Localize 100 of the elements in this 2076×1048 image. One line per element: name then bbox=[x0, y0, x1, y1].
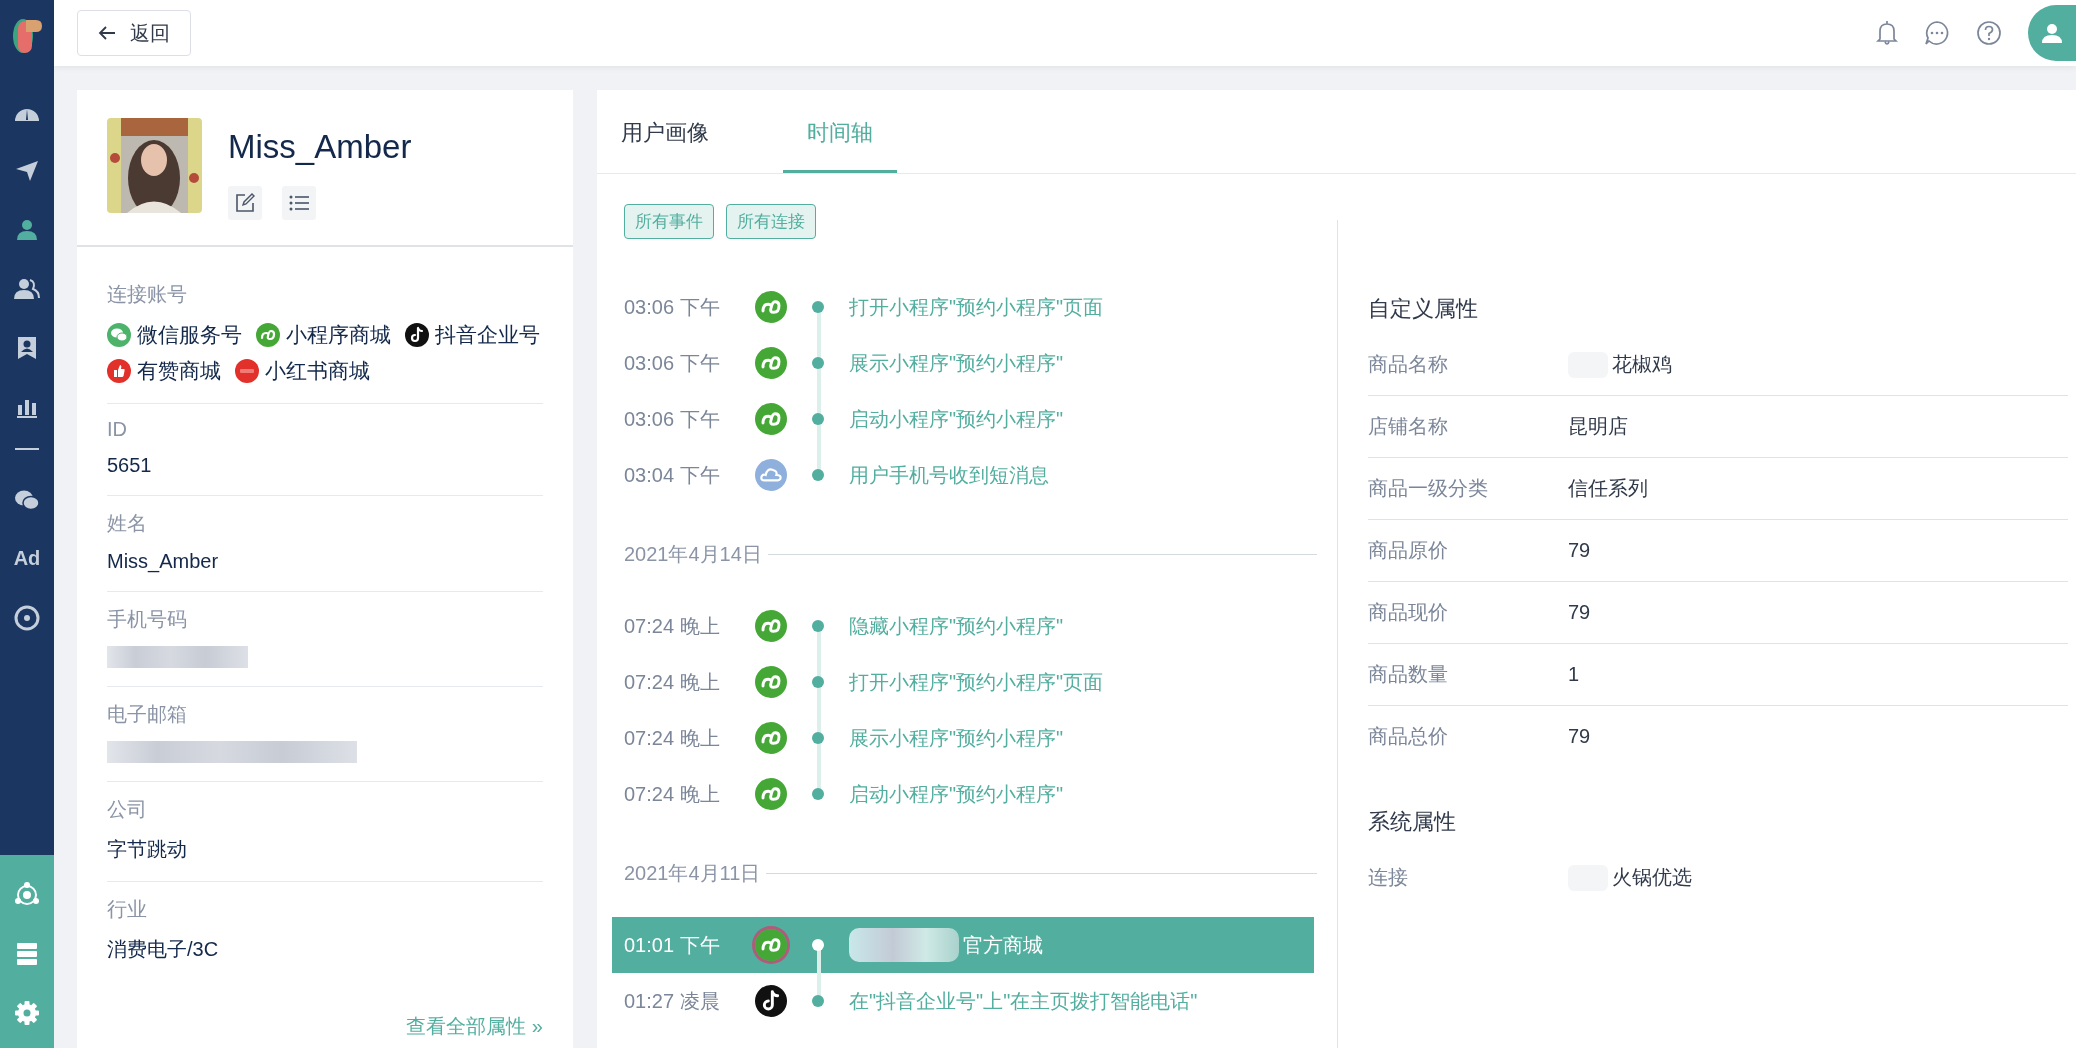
property-label: 连接 bbox=[1368, 865, 1409, 890]
field-value: Miss_Amber bbox=[107, 550, 220, 573]
contact-card-icon[interactable] bbox=[17, 335, 37, 360]
timeline-dot bbox=[812, 995, 824, 1007]
chat-icon[interactable] bbox=[1924, 20, 1950, 46]
event-time: 03:04 下午 bbox=[624, 462, 721, 488]
field-value: 消费电子/3C bbox=[107, 937, 220, 962]
account-name: 有赞商城 bbox=[137, 358, 221, 384]
wechat-icon[interactable] bbox=[14, 488, 40, 511]
thumbs-up-icon bbox=[107, 359, 131, 383]
bell-icon[interactable] bbox=[1876, 20, 1898, 46]
event-time: 01:01 下午 bbox=[624, 932, 721, 958]
list-icon bbox=[289, 195, 309, 211]
timeline-event[interactable]: 01:27 凌晨 在"抖音企业号"上"在主页拨打智能电话" bbox=[612, 973, 1314, 1029]
property-label: 商品一级分类 bbox=[1368, 476, 1489, 501]
timeline-event[interactable]: 07:24 晚上 启动小程序"预约小程序" bbox=[612, 766, 1314, 822]
nav-item[interactable]: Ad bbox=[13, 547, 41, 570]
filter-tag[interactable]: 所有连接 bbox=[726, 204, 816, 239]
event-text[interactable]: 打开小程序"预约小程序"页面 bbox=[849, 293, 1104, 321]
profile-name: Miss_Amber bbox=[228, 128, 412, 166]
event-text[interactable]: 在"抖音企业号"上"在主页拨打智能电话" bbox=[849, 987, 1198, 1015]
field-label: 姓名 bbox=[107, 511, 148, 536]
cloud-icon bbox=[755, 459, 787, 491]
field-label: 手机号码 bbox=[107, 607, 188, 632]
property-value: 火锅优选 bbox=[1612, 865, 1692, 890]
timeline-event[interactable]: 01:01 下午 官方商城 bbox=[612, 917, 1314, 973]
edit-button[interactable] bbox=[228, 186, 262, 220]
server-icon[interactable] bbox=[16, 941, 38, 966]
property-value: 1 bbox=[1568, 663, 1580, 686]
timeline-dot bbox=[812, 732, 824, 744]
timeline-event[interactable]: 07:24 晚上 打开小程序"预约小程序"页面 bbox=[612, 654, 1314, 710]
timeline-event[interactable]: 03:04 下午 用户手机号收到短消息 bbox=[612, 447, 1314, 503]
user-avatar[interactable] bbox=[2028, 5, 2076, 61]
event-time: 01:27 凌晨 bbox=[624, 988, 721, 1014]
music-note-icon bbox=[755, 985, 787, 1017]
send-icon[interactable] bbox=[15, 159, 39, 182]
property-label: 商品数量 bbox=[1368, 662, 1449, 687]
list-button[interactable] bbox=[282, 186, 316, 220]
tab[interactable]: 时间轴 bbox=[783, 90, 897, 173]
timeline-event[interactable]: 07:24 晚上 隐藏小程序"预约小程序" bbox=[612, 598, 1314, 654]
property-label: 商品总价 bbox=[1368, 724, 1449, 749]
edit-icon bbox=[235, 193, 255, 213]
timeline-dot bbox=[812, 939, 824, 951]
event-text[interactable]: 隐藏小程序"预约小程序" bbox=[849, 612, 1064, 640]
timeline-dot bbox=[812, 788, 824, 800]
mini-program-icon bbox=[755, 666, 787, 698]
event-text[interactable]: 启动小程序"预约小程序" bbox=[849, 405, 1064, 433]
mini-program-icon bbox=[256, 323, 280, 347]
event-time: 07:24 晚上 bbox=[624, 613, 721, 639]
filter-tag[interactable]: 所有事件 bbox=[624, 204, 714, 239]
mini-program-icon bbox=[755, 610, 787, 642]
hub-icon[interactable] bbox=[14, 881, 40, 908]
settings-icon[interactable] bbox=[14, 999, 40, 1026]
back-button[interactable]: 返回 bbox=[77, 10, 191, 56]
target-icon[interactable] bbox=[14, 604, 40, 631]
event-text[interactable]: 用户手机号收到短消息 bbox=[849, 461, 1049, 489]
event-text[interactable]: 启动小程序"预约小程序" bbox=[849, 780, 1064, 808]
help-icon[interactable] bbox=[1976, 20, 2002, 46]
field-label: 行业 bbox=[107, 897, 148, 922]
event-time: 03:06 下午 bbox=[624, 350, 721, 376]
property-label: 店铺名称 bbox=[1368, 414, 1449, 439]
view-all-link[interactable]: 查看全部属性 » bbox=[406, 1013, 543, 1040]
account-name: 微信服务号 bbox=[137, 322, 242, 348]
timeline-dot bbox=[812, 620, 824, 632]
wechat-icon bbox=[107, 323, 131, 347]
event-time: 07:24 晚上 bbox=[624, 725, 721, 751]
mini-program-icon bbox=[755, 722, 787, 754]
date-heading: 2021年4月14日 bbox=[624, 542, 762, 567]
mini-program-icon bbox=[755, 929, 787, 961]
property-value: 79 bbox=[1568, 601, 1591, 624]
event-text[interactable]: 展示小程序"预约小程序" bbox=[849, 349, 1064, 377]
date-heading: 2021年4月11日 bbox=[624, 861, 761, 886]
tab[interactable]: 用户画像 bbox=[597, 90, 733, 173]
account-name: 抖音企业号 bbox=[435, 322, 540, 348]
user-icon[interactable] bbox=[16, 218, 38, 241]
property-label: 商品现价 bbox=[1368, 600, 1449, 625]
property-value: 79 bbox=[1568, 725, 1591, 748]
timeline-dot bbox=[812, 357, 824, 369]
field-label: 连接账号 bbox=[107, 282, 188, 307]
property-value: 昆明店 bbox=[1568, 414, 1628, 439]
event-text[interactable]: 展示小程序"预约小程序" bbox=[849, 724, 1064, 752]
event-time: 03:06 下午 bbox=[624, 294, 721, 320]
timeline-event[interactable]: 07:24 晚上 展示小程序"预约小程序" bbox=[612, 710, 1314, 766]
brand-logo-icon bbox=[235, 359, 259, 383]
timeline-event[interactable]: 03:06 下午 展示小程序"预约小程序" bbox=[612, 335, 1314, 391]
property-value: 79 bbox=[1568, 539, 1591, 562]
logo-icon[interactable] bbox=[12, 16, 42, 56]
event-time: 03:06 下午 bbox=[624, 406, 721, 432]
users-icon[interactable] bbox=[14, 277, 40, 300]
section-title: 自定义属性 bbox=[1368, 295, 1479, 323]
property-value: 信任系列 bbox=[1568, 476, 1648, 501]
timeline-event[interactable]: 03:06 下午 打开小程序"预约小程序"页面 bbox=[612, 279, 1314, 335]
field-label: 公司 bbox=[107, 797, 148, 822]
timeline-event[interactable]: 03:06 下午 启动小程序"预约小程序" bbox=[612, 391, 1314, 447]
event-text[interactable]: 官方商城 bbox=[963, 931, 1043, 959]
field-label: ID bbox=[107, 418, 128, 441]
event-text[interactable]: 打开小程序"预约小程序"页面 bbox=[849, 668, 1104, 696]
arrow-left-icon bbox=[98, 25, 116, 41]
account-name: 小红书商城 bbox=[265, 358, 370, 384]
property-label: 商品名称 bbox=[1368, 352, 1449, 377]
